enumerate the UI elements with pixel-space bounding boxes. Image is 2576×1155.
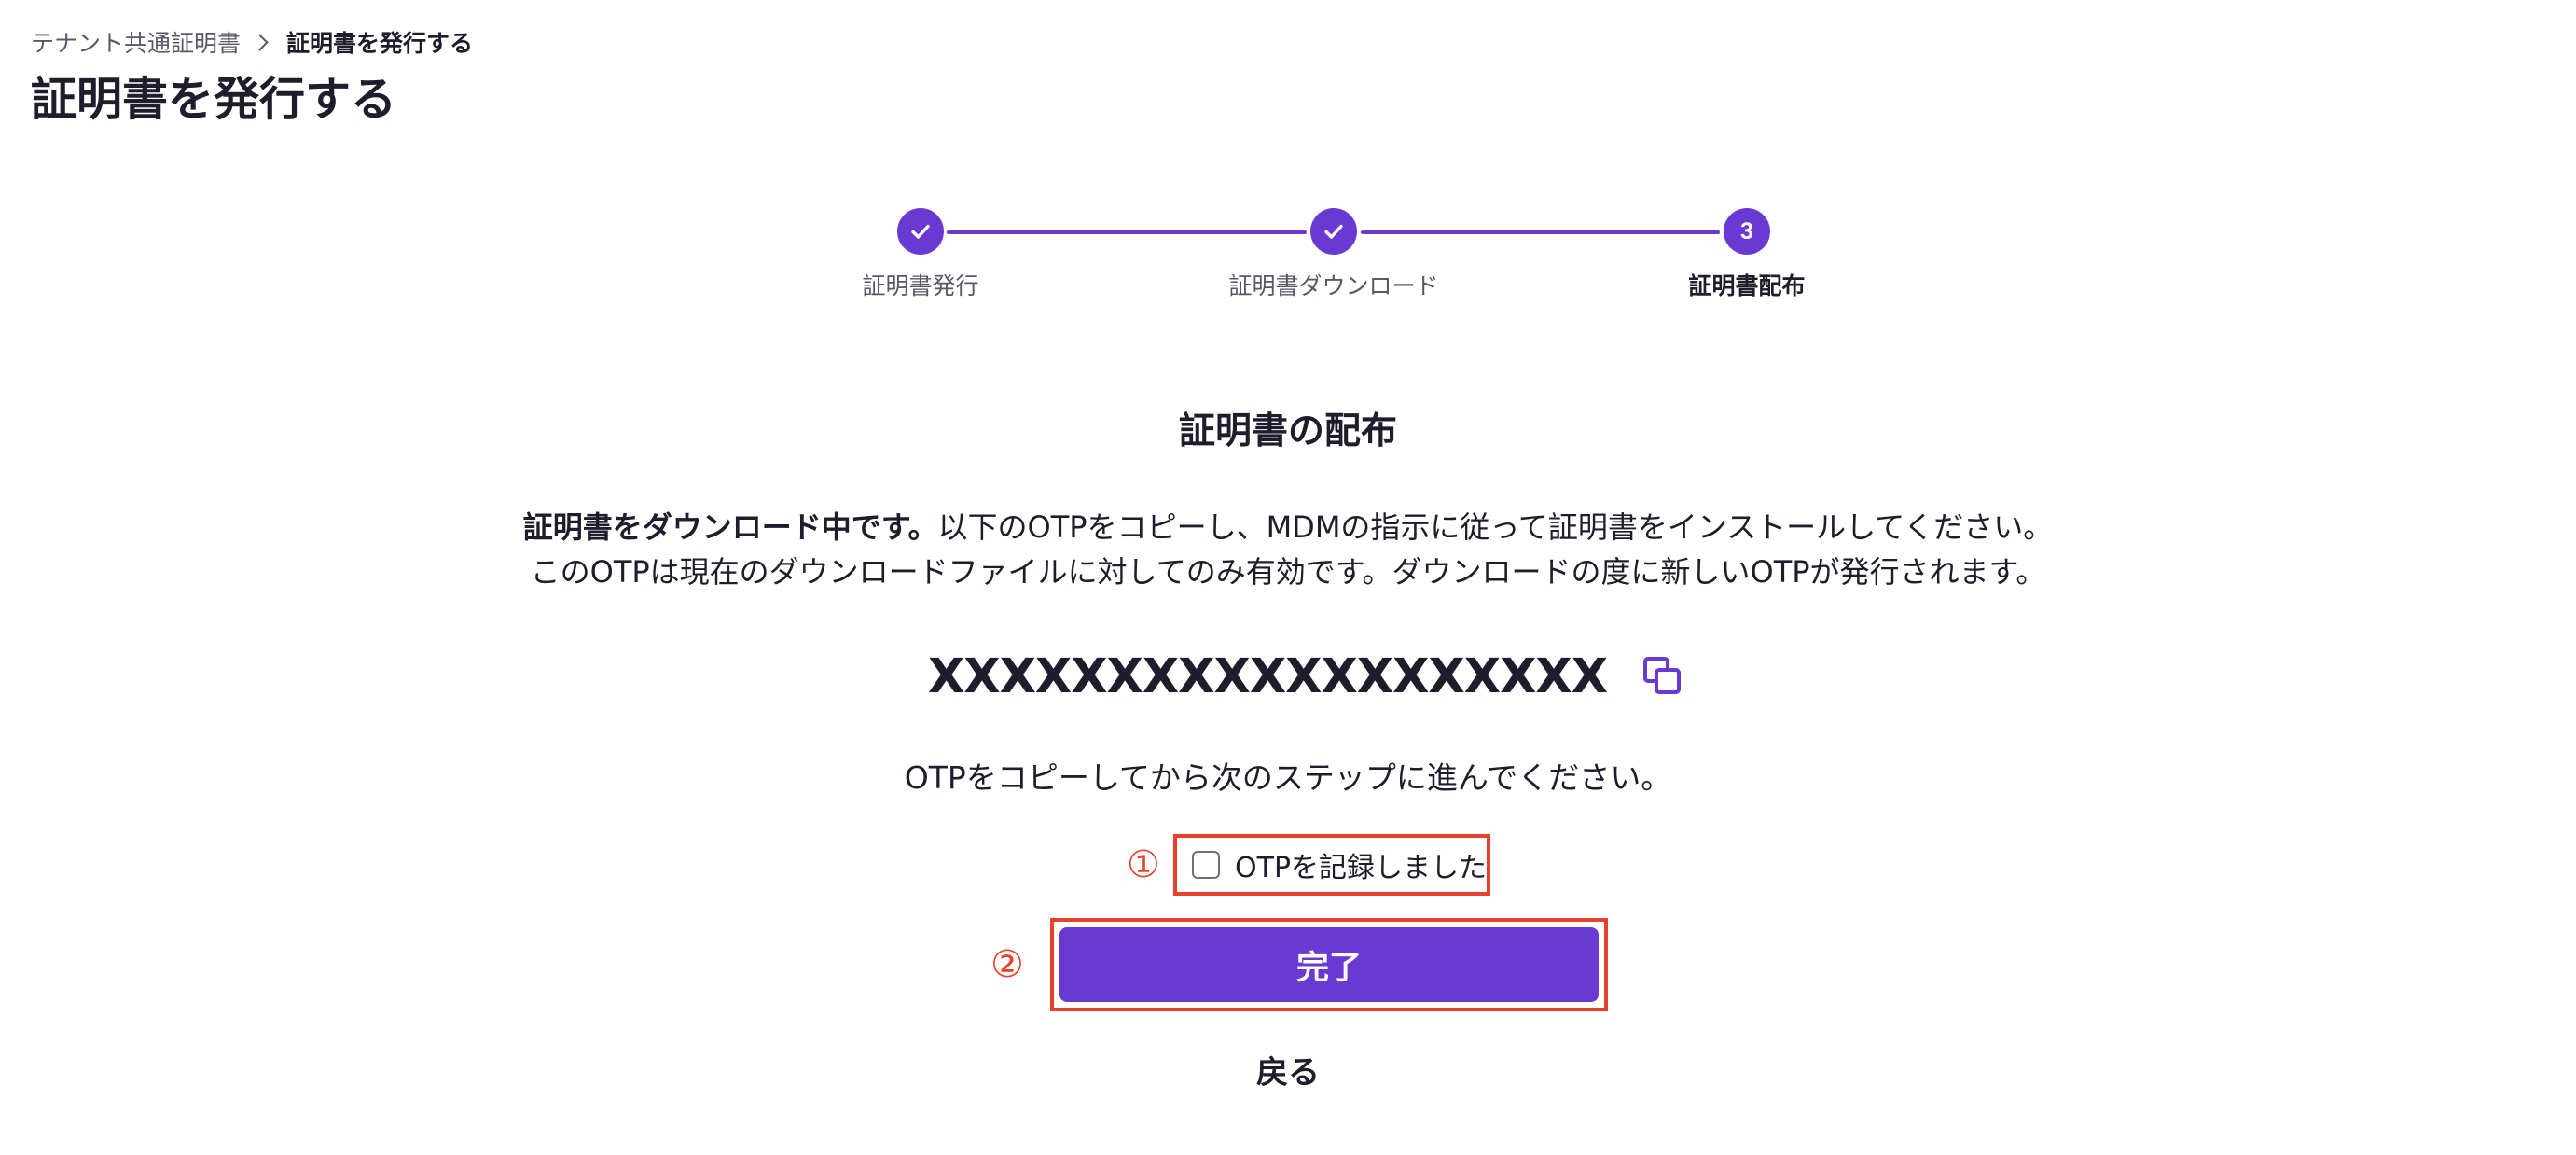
step-2-label: 証明書ダウンロード	[1228, 272, 1439, 299]
copy-otp-button[interactable]	[1641, 654, 1685, 699]
stepper: 3 証明書発行 証明書ダウンロード 証明書配布	[0, 0, 2576, 317]
description: 証明書をダウンロード中です。以下のOTPをコピーし、MDMの指示に従って証明書を…	[449, 505, 2127, 594]
description-bold: 証明書をダウンロード中です。	[522, 509, 938, 545]
step-1-indicator	[897, 208, 944, 255]
otp-value: XXXXXXXXXXXXXXXXXXX	[927, 648, 1608, 704]
step-connector-2	[1361, 230, 1720, 234]
annotation-marker-1: ①	[1127, 843, 1160, 886]
step-1-label: 証明書発行	[862, 272, 979, 299]
check-icon	[1324, 224, 1343, 239]
copy-icon	[1643, 657, 1682, 694]
otp-recorded-label[interactable]: OTPを記録しました	[1235, 844, 1487, 885]
annotation-marker-2: ②	[990, 943, 1024, 986]
description-line-1-rest: 以下のOTPをコピーし、MDMの指示に従って証明書をインストールしてください。	[937, 509, 2054, 545]
section-title: 証明書の配布	[1178, 411, 1397, 452]
step-3-indicator: 3	[1724, 208, 1770, 255]
description-line-2: このOTPは現在のダウンロードファイルに対してのみ有効です。ダウンロードの度に新…	[530, 554, 2046, 590]
otp-row: XXXXXXXXXXXXXXXXXXX	[0, 644, 2576, 709]
otp-recorded-checkbox[interactable]	[1192, 851, 1220, 879]
description-line-1: 証明書をダウンロード中です。以下のOTPをコピーし、MDMの指示に従って証明書を…	[449, 505, 2127, 550]
otp-recorded-checkbox-highlight: OTPを記録しました	[1173, 834, 1490, 896]
step-3-label: 証明書配布	[1688, 272, 1806, 299]
back-link-container: 戻る	[0, 1051, 2576, 1094]
check-icon	[911, 224, 930, 239]
step-connector-1	[947, 230, 1307, 234]
step-2-indicator	[1310, 208, 1357, 255]
back-link[interactable]: 戻る	[1256, 1054, 1320, 1092]
instruction-text: OTPをコピーしてから次のステップに進んでください。	[904, 759, 1672, 796]
step-3-number: 3	[1740, 217, 1753, 244]
done-button[interactable]: 完了	[1059, 927, 1599, 1002]
